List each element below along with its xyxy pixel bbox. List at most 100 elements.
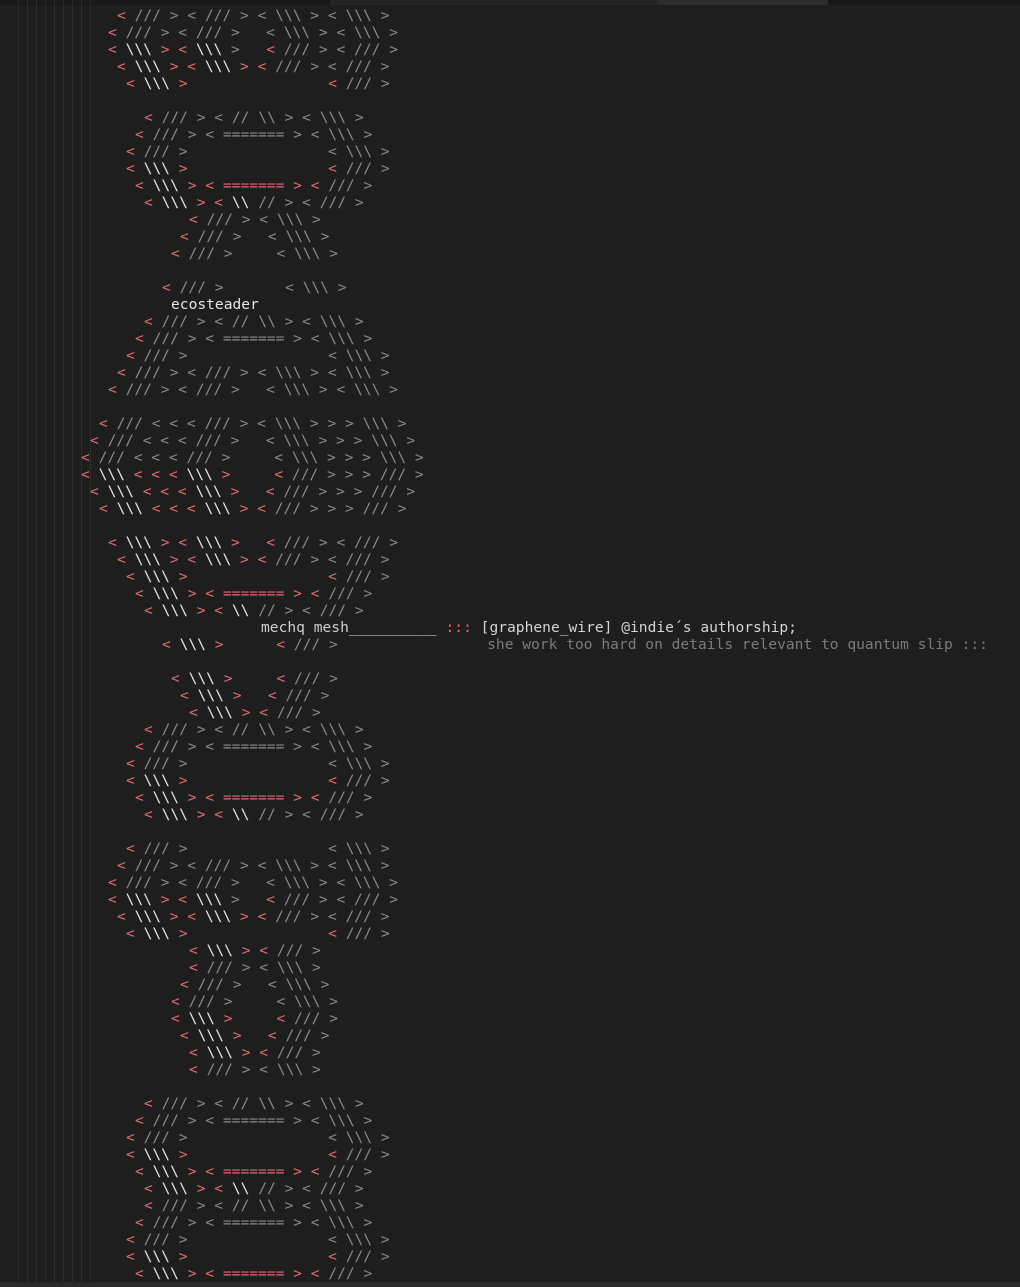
code-token: \\\: [125, 551, 170, 568]
code-line[interactable]: < \\\ > < \\\ > < /// > < /// >: [117, 908, 389, 925]
code-line[interactable]: < \\\ > < ======= > < /// >: [135, 789, 372, 806]
code-line[interactable]: < /// > < \\\ >: [162, 279, 347, 296]
code-line[interactable]: < \\\ > < /// >: [126, 772, 390, 789]
code-line[interactable]: < /// < < < /// > < \\\ > > > \\\ >: [81, 449, 424, 466]
code-line[interactable]: < /// > < \\\ >: [126, 1231, 390, 1248]
code-token: /// > < /// >: [266, 58, 390, 75]
code-line[interactable]: < \\\ > < ======= > < /// >: [135, 1163, 372, 1180]
code-token: >: [231, 891, 267, 908]
code-token: <: [81, 466, 90, 483]
code-line[interactable]: < \\\ > < /// >: [180, 1027, 329, 1044]
code-line[interactable]: < /// > < /// > < \\\ > < \\\ >: [117, 857, 389, 874]
code-line[interactable]: < \\\ > < /// > she work too hard on det…: [162, 636, 988, 653]
code-line[interactable]: < /// > < \\\ >: [126, 755, 390, 772]
code-line[interactable]: < /// > < \\\ >: [126, 347, 390, 364]
code-line[interactable]: < \\\ < < < \\\ > < /// > > > /// >: [81, 466, 424, 483]
code-line[interactable]: < /// > < ======= > < \\\ >: [135, 1214, 372, 1231]
code-line[interactable]: < \\\ < < < \\\ > < /// > > > /// >: [90, 483, 415, 500]
code-line[interactable]: < /// > < ======= > < \\\ >: [135, 126, 372, 143]
horizontal-scrollbar[interactable]: [0, 1282, 1020, 1287]
code-token: \\: [223, 602, 259, 619]
code-line[interactable]: < \\\ > < /// >: [171, 670, 338, 687]
code-token: >: [232, 1027, 242, 1044]
code-line[interactable]: < /// > < /// > < \\\ > < \\\ >: [117, 364, 389, 381]
code-line[interactable]: < /// > < // \\ > < \\\ >: [144, 721, 364, 738]
code-token: \\\: [134, 772, 179, 789]
code-line[interactable]: < /// > < \\\ >: [180, 228, 329, 245]
code-line[interactable]: < \\\ > < \\\ > < /// > < /// >: [108, 41, 398, 58]
code-line[interactable]: < \\\ > < /// >: [171, 1010, 338, 1027]
code-line[interactable]: < \\\ > < /// >: [126, 568, 390, 585]
code-line[interactable]: < \\\ > < /// >: [189, 704, 321, 721]
code-line[interactable]: < \\\ > < /// >: [126, 160, 390, 177]
code-line[interactable]: < /// > < // \\ > < \\\ >: [144, 1197, 364, 1214]
code-token: >: [223, 670, 233, 687]
code-line[interactable]: < /// < < < /// > < \\\ > > > \\\ >: [90, 432, 415, 449]
tab-inactive[interactable]: [330, 0, 500, 5]
code-line[interactable]: < \\\ > < \\ // > < /// >: [144, 806, 364, 823]
code-line[interactable]: < \\\ > < /// >: [126, 925, 390, 942]
code-token: <: [144, 806, 153, 823]
code-token: <: [189, 704, 198, 721]
code-line[interactable]: < \\\ > < ======= > < /// >: [135, 1265, 372, 1282]
code-line[interactable]: < \\\ > < \\ // > < /// >: [144, 1180, 364, 1197]
code-line[interactable]: < \\\ > < ======= > < /// >: [135, 585, 372, 602]
code-line[interactable]: < /// > < /// > < \\\ > < \\\ >: [108, 24, 398, 41]
code-line[interactable]: < \\\ > < \\ // > < /// >: [144, 602, 364, 619]
code-token: /// > < \\\ >: [134, 143, 390, 160]
indent-guide: [54, 0, 55, 1287]
code-line[interactable]: < /// > < ======= > < \\\ >: [135, 330, 372, 347]
code-line[interactable]: < \\\ > < \\\ > < /// > < /// >: [108, 534, 398, 551]
code-line[interactable]: < /// > < // \\ > < \\\ >: [144, 109, 364, 126]
code-line[interactable]: < /// > < \\\ >: [171, 993, 338, 1010]
code-line[interactable]: ecosteader: [171, 296, 259, 313]
code-line[interactable]: < /// > < \\\ >: [180, 976, 329, 993]
code-line[interactable]: < \\\ > < /// >: [126, 1248, 390, 1265]
code-line[interactable]: < \\\ > < \\\ > < /// > < /// >: [117, 551, 389, 568]
code-line[interactable]: < /// > < ======= > < \\\ >: [135, 1112, 372, 1129]
code-token: <: [126, 75, 135, 92]
code-line[interactable]: < /// > < \\\ >: [126, 143, 390, 160]
code-line[interactable]: < \\\ > < \\\ > < /// > < /// >: [108, 891, 398, 908]
code-line[interactable]: < /// > < ======= > < \\\ >: [135, 738, 372, 755]
code-token: >: [178, 1248, 188, 1265]
code-line[interactable]: < /// > < // \\ > < \\\ >: [144, 1095, 364, 1112]
code-line[interactable]: < /// > < /// > < \\\ > < \\\ >: [108, 381, 398, 398]
code-token: /// >: [268, 942, 321, 959]
code-token: <: [108, 381, 117, 398]
code-line[interactable]: mechq mesh__________ ::: [graphene_wire]…: [261, 619, 797, 636]
code-token: /// > < /// >: [266, 908, 390, 925]
code-line[interactable]: < /// < < < /// > < \\\ > > > \\\ >: [99, 415, 407, 432]
code-line[interactable]: < /// > < \\\ >: [126, 840, 390, 857]
code-line[interactable]: < /// > < // \\ > < \\\ >: [144, 313, 364, 330]
code-editor[interactable]: < /// > < /// > < \\\ > < \\\ > < /// > <…: [0, 0, 1020, 1287]
code-line[interactable]: < /// > < \\\ >: [189, 959, 321, 976]
code-line[interactable]: < \\\ > < ======= > < /// >: [135, 177, 372, 194]
code-line[interactable]: < \\\ > < \\\ > < /// > < /// >: [117, 58, 389, 75]
code-token: > < ======= > <: [187, 1163, 320, 1180]
code-line[interactable]: < /// > < \\\ >: [126, 1129, 390, 1146]
code-token: \\\: [196, 58, 241, 75]
code-token: <: [81, 449, 90, 466]
code-token: \\\: [134, 1146, 179, 1163]
code-line[interactable]: < /// > < /// > < \\\ > < \\\ >: [117, 7, 389, 24]
code-line[interactable]: < \\\ > < /// >: [126, 1146, 390, 1163]
code-token: < < <: [151, 500, 196, 517]
code-token: <: [266, 891, 275, 908]
code-line[interactable]: < /// > < \\\ >: [189, 1061, 321, 1078]
code-line[interactable]: < /// > < \\\ >: [171, 245, 338, 262]
tab-active[interactable]: [658, 0, 828, 5]
code-token: <: [135, 1214, 144, 1231]
code-line[interactable]: < \\\ > < /// >: [180, 687, 329, 704]
code-line[interactable]: < \\\ > < \\ // > < /// >: [144, 194, 364, 211]
code-token: /// > < /// > < \\\ > < \\\ >: [125, 7, 390, 24]
tab-inactive[interactable]: [500, 0, 658, 5]
code-line[interactable]: < /// > < /// > < \\\ > < \\\ >: [108, 874, 398, 891]
code-token: mechq mesh__________: [261, 619, 446, 636]
code-token: >: [223, 1010, 233, 1027]
code-line[interactable]: < \\\ > < /// >: [126, 75, 390, 92]
code-line[interactable]: < \\\ < < < \\\ > < /// > > > /// >: [99, 500, 407, 517]
code-line[interactable]: < /// > < \\\ >: [189, 211, 321, 228]
code-line[interactable]: < \\\ > < /// >: [189, 942, 321, 959]
code-line[interactable]: < \\\ > < /// >: [189, 1044, 321, 1061]
